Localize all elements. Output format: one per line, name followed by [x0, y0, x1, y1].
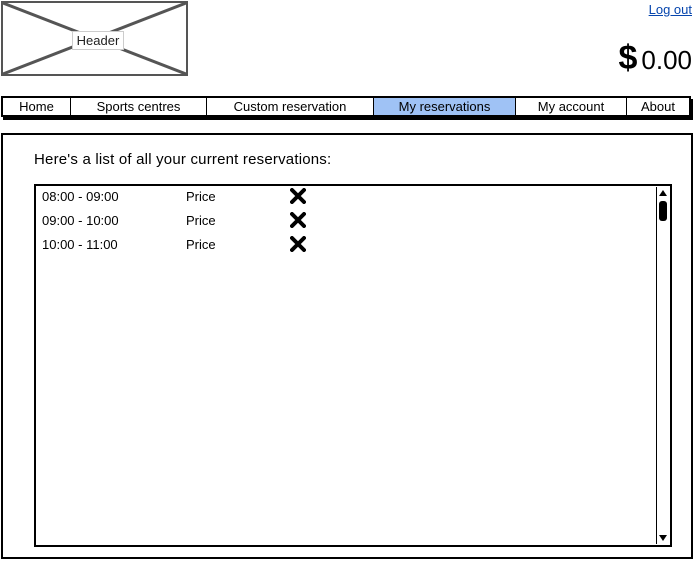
tab-home[interactable]: Home [3, 98, 71, 115]
list-item: 08:00 - 09:00 Price [42, 187, 342, 207]
scroll-thumb[interactable] [659, 201, 667, 221]
tab-my-reservations[interactable]: My reservations [374, 98, 516, 115]
reservations-list[interactable]: 08:00 - 09:00 Price 09:00 - 10:00 Price … [34, 184, 672, 547]
main-nav: Home Sports centres Custom reservation M… [1, 96, 691, 117]
account-balance: $ 0.00 [618, 38, 692, 80]
currency-symbol: $ [618, 39, 638, 77]
tab-sports-centres[interactable]: Sports centres [71, 98, 207, 115]
reservation-price: Price [186, 189, 216, 204]
x-icon[interactable] [290, 188, 306, 210]
x-icon[interactable] [290, 212, 306, 234]
header-image-placeholder: Header [1, 1, 188, 76]
tab-custom-reservation[interactable]: Custom reservation [207, 98, 374, 115]
reservations-panel: Here's a list of all your current reserv… [1, 133, 693, 559]
tab-about[interactable]: About [627, 98, 689, 115]
x-icon[interactable] [290, 236, 306, 258]
reservation-time: 09:00 - 10:00 [42, 213, 119, 228]
page-title: Here's a list of all your current reserv… [34, 151, 332, 168]
reservation-price: Price [186, 237, 216, 252]
tab-my-account[interactable]: My account [516, 98, 627, 115]
logout-link[interactable]: Log out [649, 2, 692, 17]
reservation-time: 10:00 - 11:00 [42, 237, 118, 252]
balance-amount: 0.00 [641, 45, 692, 75]
list-item: 10:00 - 11:00 Price [42, 235, 342, 255]
vertical-scrollbar[interactable] [656, 187, 669, 544]
page: Header Log out $ 0.00 Home Sports centre… [0, 0, 698, 562]
header-placeholder-label: Header [72, 31, 124, 50]
list-item: 09:00 - 10:00 Price [42, 211, 342, 231]
scroll-up-arrow-icon[interactable] [658, 188, 668, 198]
reservation-price: Price [186, 213, 216, 228]
reservation-time: 08:00 - 09:00 [42, 189, 119, 204]
scroll-down-arrow-icon[interactable] [658, 533, 668, 543]
